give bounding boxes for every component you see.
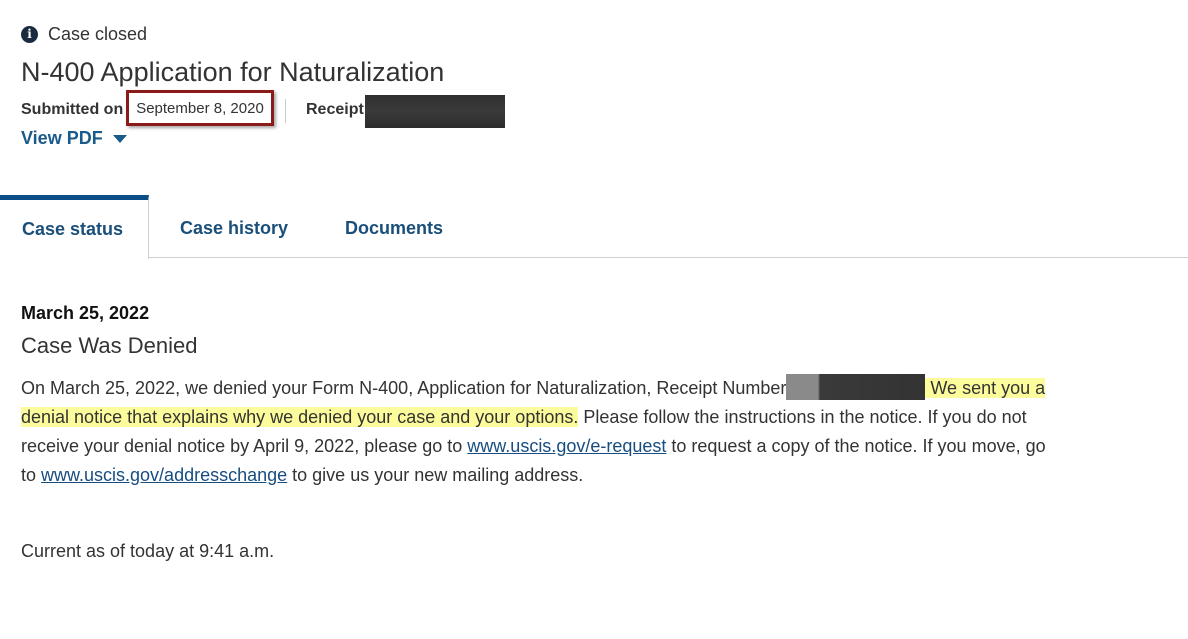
status-date: March 25, 2022	[21, 303, 150, 323]
tab-documents[interactable]: Documents	[345, 197, 443, 260]
status-text-part-5: to give us your new mailing address.	[287, 465, 584, 485]
view-pdf-button[interactable]: View PDF	[21, 128, 127, 149]
status-title: Case Was Denied	[21, 333, 198, 358]
tab-case-history[interactable]: Case history	[180, 197, 288, 260]
status-text-part-1: On March 25, 2022, we denied your Form N…	[21, 378, 787, 398]
e-request-link[interactable]: www.uscis.gov/e-request	[467, 436, 666, 456]
view-pdf-label: View PDF	[21, 128, 103, 148]
submitted-label: Submitted on	[21, 101, 124, 118]
address-change-link[interactable]: www.uscis.gov/addresschange	[41, 465, 287, 485]
tab-case-status[interactable]: Case status	[0, 195, 149, 259]
current-as-of-text: Current as of today at 9:41 a.m.	[21, 541, 275, 561]
caret-down-icon	[112, 134, 127, 143]
page-title: N-400 Application for Naturalization	[21, 57, 445, 87]
info-icon: i	[21, 25, 38, 43]
status-description: On March 25, 2022, we denied your Form N…	[21, 374, 1051, 490]
case-tabs: Case status Case history Documents	[0, 195, 1188, 259]
receipt-number-inline-redaction	[786, 374, 926, 400]
header-divider	[285, 99, 286, 123]
submitted-date-annotation-box: September 8, 2020	[126, 90, 274, 126]
receipt-number-redaction	[365, 95, 505, 128]
tabs-baseline	[149, 257, 1188, 258]
submitted-date: September 8, 2020	[136, 99, 264, 117]
case-status-indicator: i Case closed	[21, 23, 147, 45]
case-status-text: Case closed	[48, 23, 148, 44]
receipt-label: Receipt	[306, 101, 364, 118]
